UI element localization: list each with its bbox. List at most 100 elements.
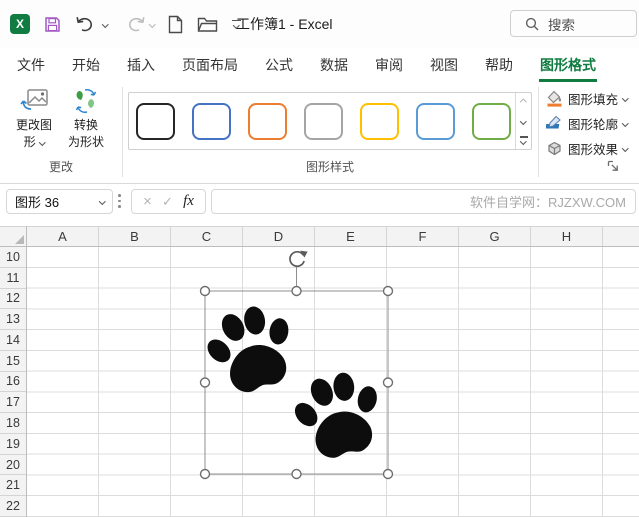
title-bar: X 工作簿1 - Excel 搜索 bbox=[0, 0, 639, 48]
tab-help[interactable]: 帮助 bbox=[484, 48, 514, 82]
cells-area[interactable] bbox=[27, 247, 639, 517]
ribbon: 更改图 形 转换 为形状 更改 图形样式 图形填充 图形轮廓 图形效果 bbox=[0, 82, 639, 184]
save-button[interactable] bbox=[44, 12, 61, 36]
redo-dropdown-icon bbox=[148, 20, 155, 28]
row-header-10[interactable]: 10 bbox=[0, 247, 26, 268]
column-header-stub bbox=[603, 227, 639, 246]
change-shape-label-line2: 形 bbox=[24, 135, 46, 150]
row-header-22[interactable]: 22 bbox=[0, 496, 26, 517]
gallery-scroll-down-button[interactable] bbox=[516, 112, 531, 131]
shape-style-swatch-2[interactable] bbox=[192, 102, 231, 140]
tab-data[interactable]: 数据 bbox=[319, 48, 349, 82]
gallery-more-button[interactable] bbox=[516, 130, 531, 149]
row-header-20[interactable]: 20 bbox=[0, 455, 26, 476]
cancel-button: × bbox=[143, 193, 152, 210]
shape-style-swatch-5[interactable] bbox=[360, 102, 399, 140]
insert-function-button[interactable]: fx bbox=[183, 193, 194, 210]
column-headers: ABCDEFGH bbox=[27, 226, 639, 247]
shape-style-swatches bbox=[129, 93, 515, 149]
tab-page-layout[interactable]: 页面布局 bbox=[181, 48, 239, 82]
group-separator bbox=[538, 87, 539, 177]
gallery-scroll-up-button[interactable] bbox=[516, 93, 531, 112]
shape-outline-dropdown-icon bbox=[622, 119, 629, 127]
enter-button: ✓ bbox=[162, 193, 173, 209]
search-box[interactable]: 搜索 bbox=[510, 10, 637, 37]
shape-style-swatch-1[interactable] bbox=[136, 102, 175, 140]
shape-effects-dropdown-icon bbox=[622, 144, 629, 152]
formula-buttons: × ✓ fx bbox=[131, 189, 206, 214]
gallery-scrollbar bbox=[515, 93, 531, 149]
shape-style-swatch-6[interactable] bbox=[416, 102, 455, 140]
open-folder-icon bbox=[197, 17, 218, 32]
excel-logo-icon: X bbox=[10, 14, 30, 34]
row-header-12[interactable]: 12 bbox=[0, 289, 26, 310]
row-header-13[interactable]: 13 bbox=[0, 309, 26, 331]
tab-formulas[interactable]: 公式 bbox=[264, 48, 294, 82]
row-header-19[interactable]: 19 bbox=[0, 434, 26, 455]
dialog-launcher-icon bbox=[607, 160, 618, 171]
chevron-down-icon bbox=[520, 117, 527, 125]
row-header-15[interactable]: 15 bbox=[0, 351, 26, 372]
shape-style-group-label: 图形样式 bbox=[305, 160, 354, 174]
shape-effects-button[interactable]: 图形效果 bbox=[546, 138, 629, 158]
change-shape-dropdown-icon bbox=[38, 139, 46, 146]
undo-button[interactable] bbox=[75, 12, 109, 36]
column-header-G[interactable]: G bbox=[459, 227, 531, 246]
tab-insert[interactable]: 插入 bbox=[126, 48, 156, 82]
dialog-launcher-button[interactable] bbox=[607, 160, 619, 175]
new-file-button[interactable] bbox=[168, 12, 183, 36]
save-icon bbox=[45, 16, 60, 32]
row-header-17[interactable]: 17 bbox=[0, 392, 26, 414]
convert-to-shape-icon bbox=[71, 86, 101, 116]
change-shape-button[interactable]: 更改图 形 bbox=[10, 86, 58, 150]
tab-home[interactable]: 开始 bbox=[71, 48, 101, 82]
row-header-21[interactable]: 21 bbox=[0, 475, 26, 497]
change-group-label: 更改 bbox=[48, 160, 73, 174]
undo-icon bbox=[76, 17, 92, 32]
shape-style-swatch-3[interactable] bbox=[248, 102, 287, 140]
shape-outline-button[interactable]: 图形轮廓 bbox=[546, 113, 629, 133]
open-file-button[interactable] bbox=[197, 12, 218, 36]
quick-access-toolbar: X bbox=[10, 0, 241, 48]
name-box-dropdown-icon[interactable] bbox=[98, 198, 105, 205]
column-header-B[interactable]: B bbox=[99, 227, 171, 246]
tab-file[interactable]: 文件 bbox=[16, 48, 46, 82]
spreadsheet-grid: ABCDEFGH 10 11 12 13 14 15 16 17 18 19 20 21 22 bbox=[0, 226, 639, 517]
column-header-A[interactable]: A bbox=[27, 227, 99, 246]
name-box[interactable]: 图形 36 bbox=[6, 189, 113, 214]
change-shape-icon bbox=[19, 86, 49, 116]
column-header-E[interactable]: E bbox=[315, 227, 387, 246]
shape-style-swatch-4[interactable] bbox=[304, 102, 343, 140]
workbook-title: 工作簿1 - Excel bbox=[236, 16, 333, 32]
column-header-C[interactable]: C bbox=[171, 227, 243, 246]
more-chevron-icon bbox=[520, 137, 527, 145]
search-icon bbox=[525, 17, 539, 30]
formula-bar: 图形 36 × ✓ fx 软件自学网：RJZXW.COM bbox=[0, 185, 639, 216]
ribbon-tab-bar: 文件 开始 插入 页面布局 公式 数据 审阅 视图 帮助 图形格式 bbox=[0, 48, 639, 82]
name-box-value: 图形 36 bbox=[15, 195, 60, 210]
convert-to-shape-button[interactable]: 转换 为形状 bbox=[60, 86, 112, 150]
shape-outline-label: 图形轮廓 bbox=[568, 117, 619, 132]
search-placeholder: 搜索 bbox=[548, 17, 575, 33]
tab-shape-format[interactable]: 图形格式 bbox=[539, 48, 597, 82]
select-all-button[interactable] bbox=[0, 226, 27, 247]
row-header-18[interactable]: 18 bbox=[0, 413, 26, 434]
undo-dropdown-icon[interactable] bbox=[102, 20, 109, 28]
row-header-16[interactable]: 16 bbox=[0, 372, 26, 393]
tab-review[interactable]: 审阅 bbox=[374, 48, 404, 82]
formula-input[interactable]: 软件自学网：RJZXW.COM bbox=[211, 189, 636, 214]
watermark-text: 软件自学网：RJZXW.COM bbox=[470, 195, 626, 210]
shape-style-swatch-7[interactable] bbox=[472, 102, 511, 140]
shape-effects-label: 图形效果 bbox=[568, 142, 619, 157]
column-header-F[interactable]: F bbox=[387, 227, 459, 246]
redo-icon bbox=[128, 17, 145, 32]
column-header-D[interactable]: D bbox=[243, 227, 315, 246]
change-shape-label-line1: 更改图 bbox=[15, 118, 52, 132]
new-file-icon bbox=[168, 15, 183, 33]
row-header-14[interactable]: 14 bbox=[0, 330, 26, 351]
shape-fill-button[interactable]: 图形填充 bbox=[546, 88, 629, 108]
row-header-11[interactable]: 11 bbox=[0, 268, 26, 289]
tab-view[interactable]: 视图 bbox=[429, 48, 459, 82]
shape-fill-dropdown-icon bbox=[622, 94, 629, 102]
column-header-H[interactable]: H bbox=[531, 227, 603, 246]
